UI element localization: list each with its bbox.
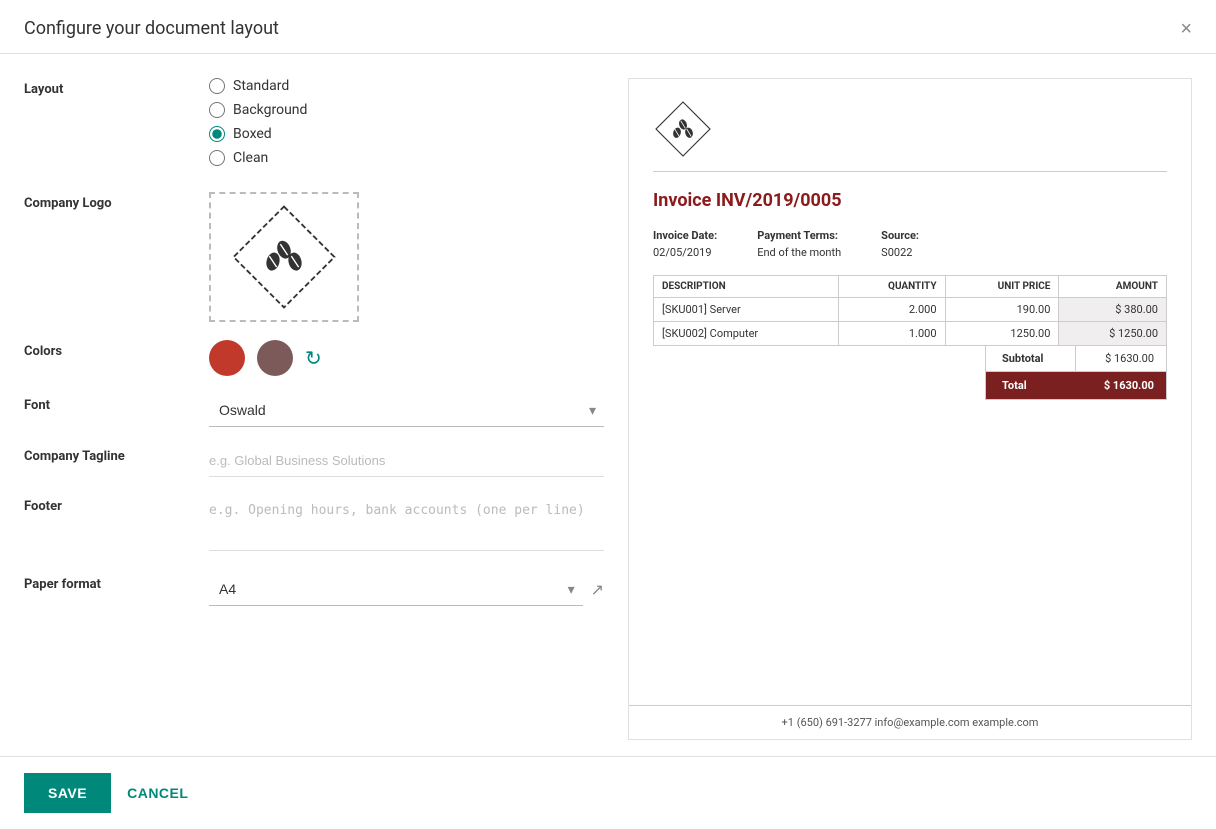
font-controls: Oswald Roboto Arial Lato xyxy=(209,394,604,427)
preview-source: Source: S0022 xyxy=(881,229,919,259)
paper-format-label: Paper format xyxy=(24,573,209,592)
col-description: DESCRIPTION xyxy=(654,276,839,298)
company-logo-row: Company Logo xyxy=(24,192,604,322)
preview-inner: Invoice INV/2019/0005 Invoice Date: 02/0… xyxy=(629,79,1191,705)
invoice-date-label: Invoice Date: xyxy=(653,229,717,242)
font-select-wrapper: Oswald Roboto Arial Lato xyxy=(209,394,604,427)
tagline-row: Company Tagline xyxy=(24,445,604,477)
row2-description: [SKU002] Computer xyxy=(654,322,839,346)
total-label: Total xyxy=(986,372,1076,399)
preview-invoice-date: Invoice Date: 02/05/2019 xyxy=(653,229,717,259)
dialog-title: Configure your document layout xyxy=(24,18,279,39)
logo-diamond-icon xyxy=(229,202,339,312)
paper-select-wrapper: A4 Letter Legal xyxy=(209,573,583,606)
layout-label: Layout xyxy=(24,78,209,97)
col-unit-price: UNIT PRICE xyxy=(945,276,1059,298)
paper-format-controls: A4 Letter Legal ↗ xyxy=(209,573,604,606)
configure-layout-dialog: Configure your document layout × Layout … xyxy=(0,0,1216,829)
paper-format-row: Paper format A4 Letter Legal ↗ xyxy=(24,573,604,606)
payment-terms-value: End of the month xyxy=(757,246,841,259)
row2-quantity: 1.000 xyxy=(838,322,945,346)
row2-unit-price: 1250.00 xyxy=(945,322,1059,346)
tagline-label: Company Tagline xyxy=(24,445,209,464)
total-row: Total $ 1630.00 xyxy=(985,372,1167,400)
row1-description: [SKU001] Server xyxy=(654,298,839,322)
paper-format-select[interactable]: A4 Letter Legal xyxy=(209,573,583,606)
refresh-colors-icon[interactable]: ↻ xyxy=(305,346,322,370)
payment-terms-label: Payment Terms: xyxy=(757,229,841,242)
layout-radio-clean[interactable] xyxy=(209,150,225,166)
save-button[interactable]: SAVE xyxy=(24,773,111,813)
layout-options: Standard Background Boxed Clean xyxy=(209,78,604,174)
layout-option-clean[interactable]: Clean xyxy=(209,150,604,166)
preview-logo-icon xyxy=(653,99,713,159)
preview-panel: Invoice INV/2019/0005 Invoice Date: 02/0… xyxy=(628,78,1192,740)
colors-controls: ↻ xyxy=(209,340,604,376)
table-row: [SKU001] Server 2.000 190.00 $ 380.00 xyxy=(654,298,1167,322)
preview-invoice-title: Invoice INV/2019/0005 xyxy=(653,190,1167,211)
secondary-color-swatch[interactable] xyxy=(257,340,293,376)
invoice-date-value: 02/05/2019 xyxy=(653,246,712,259)
source-label: Source: xyxy=(881,229,919,242)
layout-label-background: Background xyxy=(233,102,307,118)
layout-label-boxed: Boxed xyxy=(233,126,272,142)
tagline-input[interactable] xyxy=(209,445,604,477)
company-logo-controls xyxy=(209,192,604,322)
total-value: $ 1630.00 xyxy=(1076,372,1166,399)
dialog-footer: SAVE CANCEL xyxy=(0,756,1216,829)
footer-controls xyxy=(209,495,604,555)
layout-radio-background[interactable] xyxy=(209,102,225,118)
tagline-controls xyxy=(209,445,604,477)
subtotal-value: $ 1630.00 xyxy=(1076,346,1166,371)
font-select[interactable]: Oswald Roboto Arial Lato xyxy=(209,394,604,427)
font-label: Font xyxy=(24,394,209,413)
col-quantity: QUANTITY xyxy=(838,276,945,298)
footer-input[interactable] xyxy=(209,495,604,551)
logo-upload-area[interactable] xyxy=(209,192,359,322)
layout-option-standard[interactable]: Standard xyxy=(209,78,604,94)
left-panel: Layout Standard Background Boxed xyxy=(24,78,604,740)
footer-label: Footer xyxy=(24,495,209,514)
dialog-body: Layout Standard Background Boxed xyxy=(0,54,1216,740)
subtotal-label: Subtotal xyxy=(986,346,1076,371)
primary-color-swatch[interactable] xyxy=(209,340,245,376)
font-row: Font Oswald Roboto Arial Lato xyxy=(24,394,604,427)
layout-radio-standard[interactable] xyxy=(209,78,225,94)
colors-label: Colors xyxy=(24,340,209,359)
company-logo-label: Company Logo xyxy=(24,192,209,211)
table-row: [SKU002] Computer 1.000 1250.00 $ 1250.0… xyxy=(654,322,1167,346)
external-link-icon[interactable]: ↗ xyxy=(591,580,604,599)
preview-header-divider xyxy=(653,171,1167,172)
colors-swatches: ↻ xyxy=(209,340,604,376)
totals-section: Subtotal $ 1630.00 Total $ 1630.00 xyxy=(653,346,1167,400)
layout-option-background[interactable]: Background xyxy=(209,102,604,118)
subtotal-box: Subtotal $ 1630.00 xyxy=(985,346,1167,372)
col-amount: AMOUNT xyxy=(1059,276,1167,298)
layout-option-boxed[interactable]: Boxed xyxy=(209,126,604,142)
close-button[interactable]: × xyxy=(1180,19,1192,39)
footer-row: Footer xyxy=(24,495,604,555)
paper-format-row-inner: A4 Letter Legal ↗ xyxy=(209,573,604,606)
dialog-header: Configure your document layout × xyxy=(0,0,1216,54)
preview-logo-area xyxy=(653,99,1167,159)
preview-payment-terms: Payment Terms: End of the month xyxy=(757,229,841,259)
total-box: Total $ 1630.00 xyxy=(985,372,1167,400)
preview-table: DESCRIPTION QUANTITY UNIT PRICE AMOUNT [… xyxy=(653,275,1167,346)
row1-quantity: 2.000 xyxy=(838,298,945,322)
layout-radio-boxed[interactable] xyxy=(209,126,225,142)
preview-meta: Invoice Date: 02/05/2019 Payment Terms: … xyxy=(653,229,1167,259)
row1-amount: $ 380.00 xyxy=(1059,298,1167,322)
preview-footer: +1 (650) 691-3277 info@example.com examp… xyxy=(629,705,1191,739)
preview-footer-contact: +1 (650) 691-3277 info@example.com examp… xyxy=(782,716,1039,729)
row1-unit-price: 190.00 xyxy=(945,298,1059,322)
source-value: S0022 xyxy=(881,246,912,259)
row2-amount: $ 1250.00 xyxy=(1059,322,1167,346)
cancel-button[interactable]: CANCEL xyxy=(127,785,188,801)
colors-row: Colors ↻ xyxy=(24,340,604,376)
layout-label-standard: Standard xyxy=(233,78,289,94)
layout-row: Layout Standard Background Boxed xyxy=(24,78,604,174)
layout-label-clean: Clean xyxy=(233,150,268,166)
table-header-row: DESCRIPTION QUANTITY UNIT PRICE AMOUNT xyxy=(654,276,1167,298)
subtotal-row: Subtotal $ 1630.00 xyxy=(985,346,1167,372)
